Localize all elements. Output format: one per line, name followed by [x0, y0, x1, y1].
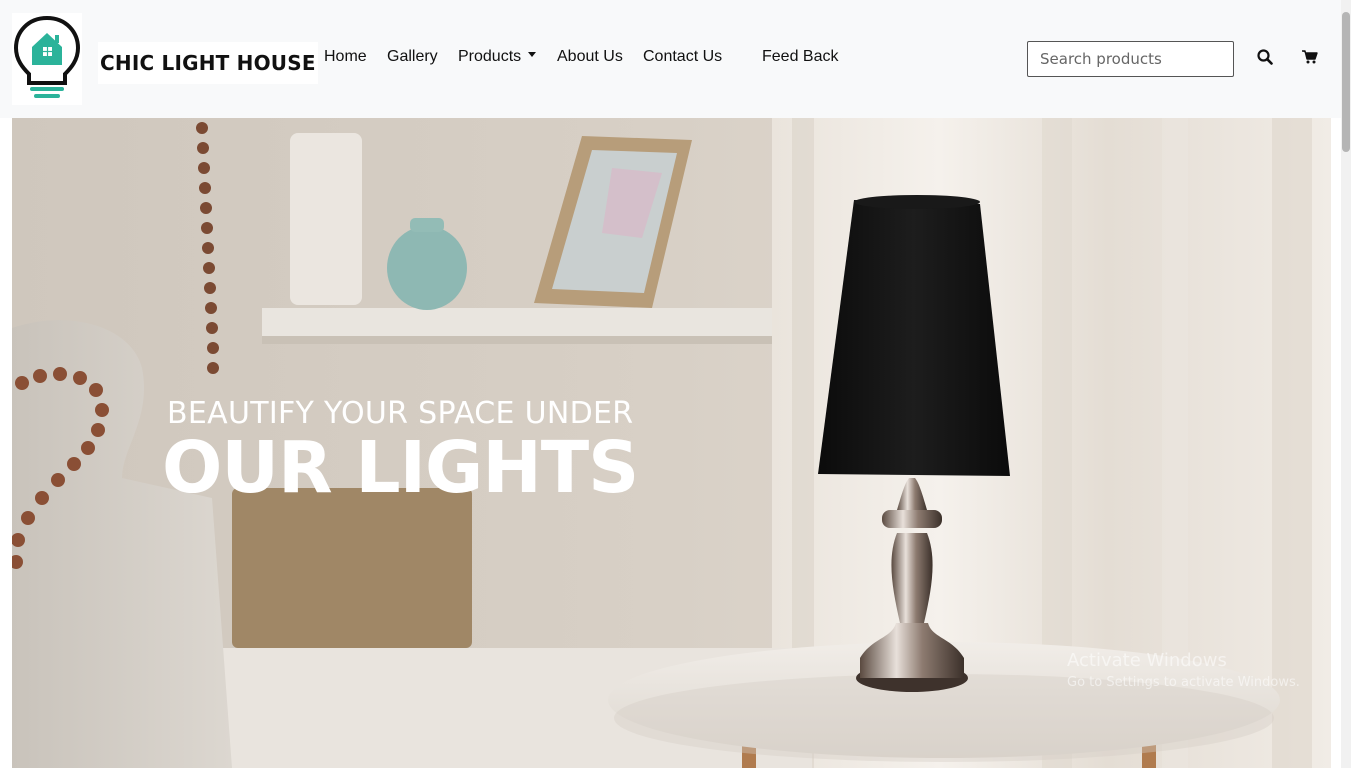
nav-products-label: Products: [458, 48, 522, 65]
nav-products-dropdown[interactable]: Products: [458, 48, 537, 66]
chevron-down-icon: [528, 52, 537, 58]
watermark-subtitle: Go to Settings to activate Windows.: [1067, 675, 1300, 690]
brand-logo[interactable]: [12, 13, 82, 105]
windows-activation-watermark: Activate Windows Go to Settings to activ…: [1067, 650, 1300, 690]
hero-headline: OUR LIGHTS: [162, 426, 639, 509]
nav-home[interactable]: Home: [324, 48, 367, 66]
nav-feedback[interactable]: Feed Back: [762, 48, 838, 66]
lightbulb-house-logo-icon: [13, 15, 81, 98]
nav-about[interactable]: About Us: [557, 48, 623, 66]
nav-gallery[interactable]: Gallery: [387, 48, 438, 66]
search-icon[interactable]: [1257, 49, 1273, 70]
watermark-title: Activate Windows: [1067, 650, 1227, 671]
nav-contact[interactable]: Contact Us: [643, 48, 722, 66]
navbar: CHIC LIGHT HOUSE Home Gallery Products A…: [0, 0, 1341, 118]
brand-name[interactable]: CHIC LIGHT HOUSE: [98, 42, 318, 84]
scrollbar-thumb[interactable]: [1342, 12, 1350, 152]
search-input[interactable]: [1027, 41, 1234, 77]
cart-icon[interactable]: [1302, 50, 1318, 69]
page-scrollbar[interactable]: [1341, 0, 1351, 768]
